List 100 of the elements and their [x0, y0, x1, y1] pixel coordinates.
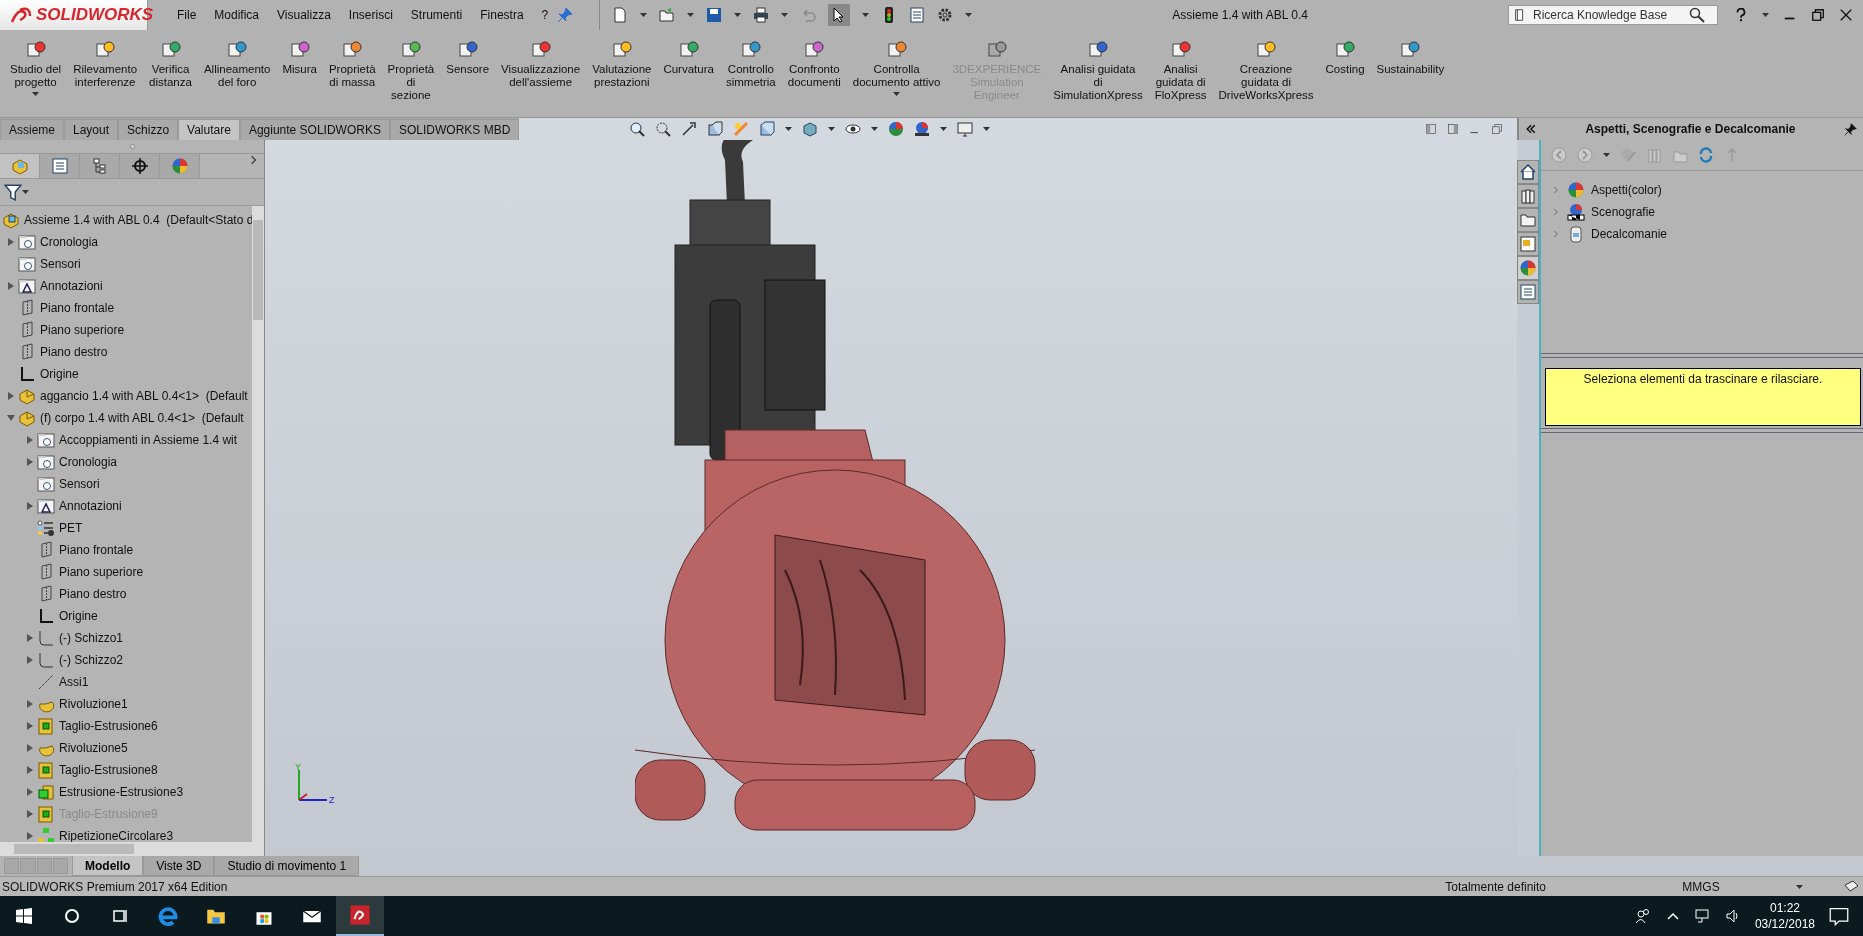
expand-arrow-icon[interactable]	[27, 458, 33, 466]
tree-item[interactable]: (-) Schizzo1	[59, 631, 123, 645]
tree-item[interactable]: Cronologia	[40, 235, 99, 249]
ribbon-button[interactable]: Analisi guidata di SimulationXpress	[1047, 36, 1149, 106]
task-pane-tab[interactable]	[1517, 280, 1539, 304]
model-tab[interactable]: Studio di movimento 1	[214, 856, 360, 876]
expand-arrow-icon[interactable]	[27, 502, 33, 510]
appearance-icon[interactable]	[888, 121, 905, 137]
caret-icon[interactable]	[965, 13, 973, 17]
expand-arrow-icon[interactable]	[27, 700, 33, 708]
menu-item[interactable]: File	[168, 8, 206, 22]
caret-icon[interactable]	[940, 127, 948, 131]
expand-arrow-icon[interactable]	[27, 788, 33, 796]
tree-item[interactable]: Annotazioni	[59, 499, 122, 513]
ribbon-button[interactable]: Creazione guidata di DriveWorksXpress	[1212, 36, 1320, 106]
menu-item[interactable]: Visualizza	[268, 8, 340, 22]
tile-left-icon[interactable]	[1425, 123, 1437, 135]
tree-item[interactable]: Rivoluzione5	[59, 741, 128, 755]
display-style-icon[interactable]	[802, 121, 819, 137]
ribbon-button[interactable]: Proprietà di sezione	[381, 36, 441, 106]
grip-icon[interactable]	[129, 144, 135, 149]
task-pane-tab[interactable]	[1517, 160, 1539, 184]
caret-icon[interactable]	[1796, 884, 1803, 889]
ribbon-button[interactable]: Controllo simmetria	[719, 36, 782, 93]
expand-arrow-icon[interactable]	[27, 436, 33, 444]
menu-item[interactable]: ?	[532, 8, 558, 22]
units-label[interactable]: MMGS	[1606, 879, 1796, 894]
expand-arrow-icon[interactable]	[8, 392, 14, 400]
monitor-icon[interactable]	[957, 121, 974, 137]
model-tab[interactable]: Modello	[72, 856, 144, 876]
command-tab[interactable]: Valutare	[178, 119, 240, 140]
list-icon[interactable]	[909, 7, 926, 23]
tree-item[interactable]: Taglio-Estrusione8	[59, 763, 158, 777]
zoom-area-icon[interactable]	[655, 121, 672, 137]
tree-item[interactable]: Origine	[59, 609, 98, 623]
tree-item[interactable]: Annotazioni	[40, 279, 103, 293]
tree-item[interactable]: Cronologia	[59, 455, 118, 469]
task-pane-tab[interactable]	[1517, 184, 1539, 208]
tree-item[interactable]: Sensori	[59, 477, 100, 491]
ribbon-button[interactable]: Controlla documento attivo	[846, 36, 947, 100]
expand-arrow-icon[interactable]	[8, 282, 14, 290]
caret-icon[interactable]	[1762, 13, 1769, 17]
view-orientation-icon[interactable]	[759, 121, 776, 137]
menu-item[interactable]: Modifica	[205, 8, 269, 22]
zoom-fit-icon[interactable]	[629, 121, 646, 137]
vertical-scrollbar[interactable]	[252, 206, 264, 842]
scene-icon[interactable]	[914, 121, 931, 137]
tree-item[interactable]: Piano superiore	[59, 565, 144, 579]
ribbon-button[interactable]: Valutazione prestazioni	[586, 36, 658, 93]
ribbon-button[interactable]: Visualizzazione dell'assieme	[495, 36, 587, 93]
caret-icon[interactable]	[22, 190, 29, 194]
pin-icon[interactable]	[1844, 122, 1857, 136]
ribbon-button[interactable]: Costing	[1319, 36, 1371, 80]
tree-item[interactable]: RipetizioneCircolare3	[59, 829, 174, 842]
tree-item[interactable]: Sensori	[40, 257, 81, 271]
tile-right-icon[interactable]	[1447, 123, 1459, 135]
caret-icon[interactable]	[893, 92, 901, 96]
tree-item[interactable]: (f) corpo 1.4 with ABL 0.4<1> (Default	[40, 411, 244, 425]
new-document-icon[interactable]	[612, 7, 629, 23]
expand-arrow-icon[interactable]	[27, 766, 33, 774]
tree-item[interactable]: Assi1	[59, 675, 89, 689]
model-tab[interactable]: Viste 3D	[143, 856, 215, 876]
open-folder-icon[interactable]	[659, 7, 676, 23]
task-pane-tab[interactable]	[1517, 232, 1539, 256]
ribbon-button[interactable]: Confronto documenti	[781, 36, 847, 93]
restore-icon[interactable]	[1811, 8, 1825, 22]
task-pane-tab[interactable]	[1517, 208, 1539, 232]
search-icon[interactable]	[1689, 7, 1705, 23]
panel-tab[interactable]	[120, 154, 160, 178]
caret-icon[interactable]	[1603, 153, 1610, 157]
library-item[interactable]: Scenografie	[1591, 205, 1656, 219]
ribbon-button[interactable]: Misura	[276, 36, 323, 80]
menu-item[interactable]: Finestra	[471, 8, 533, 22]
close-icon[interactable]	[1839, 8, 1853, 22]
caret-icon[interactable]	[871, 127, 879, 131]
tree-root[interactable]: Assieme 1.4 with ABL 0.4 (Default<Stato d	[24, 213, 252, 227]
menu-item[interactable]: Strumenti	[401, 8, 472, 22]
clock[interactable]: 01:22 03/12/2018	[1754, 900, 1815, 932]
expand-arrow-icon[interactable]	[27, 634, 33, 642]
tree-item[interactable]: aggancio 1.4 with ABL 0.4<1> (Default	[40, 389, 248, 403]
collapse-pane-icon[interactable]	[1525, 123, 1537, 135]
ribbon-button[interactable]: Sensore	[440, 36, 496, 80]
ribbon-button[interactable]: Studio del progetto	[4, 36, 68, 100]
tree-item[interactable]: Taglio-Estrusione6	[59, 719, 158, 733]
library-item[interactable]: Aspetti(color)	[1591, 183, 1662, 197]
expand-arrow-icon[interactable]	[27, 832, 33, 840]
ribbon-button[interactable]: Analisi guidata di FloXpress	[1148, 36, 1213, 106]
command-tab[interactable]: Aggiunte SOLIDWORKS	[239, 119, 390, 140]
tree-item[interactable]: Rivoluzione1	[59, 697, 128, 711]
notification-icon[interactable]	[1829, 906, 1849, 926]
tree-item[interactable]: Piano destro	[59, 587, 127, 601]
caret-icon[interactable]	[781, 13, 789, 17]
caret-icon[interactable]	[687, 13, 695, 17]
menu-item[interactable]: Inserisci	[339, 8, 402, 22]
printer-icon[interactable]	[753, 7, 770, 23]
caret-icon[interactable]	[785, 127, 793, 131]
tree-item[interactable]: Piano frontale	[59, 543, 134, 557]
command-tab[interactable]: Assieme	[0, 119, 64, 140]
ribbon-button[interactable]: Allineamento del foro	[197, 36, 277, 93]
tree-item[interactable]: Piano destro	[40, 345, 108, 359]
